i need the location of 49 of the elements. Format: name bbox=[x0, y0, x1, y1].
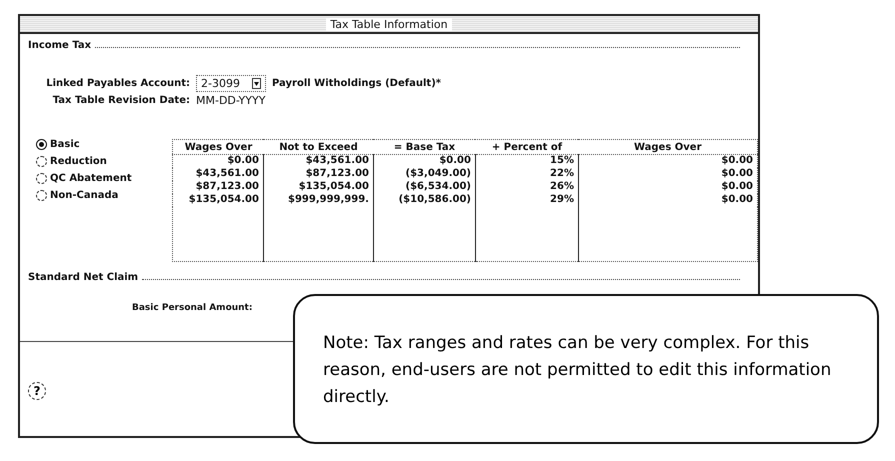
table-cell: ($3,049.00) bbox=[406, 168, 471, 179]
table-cell: ($10,586.00) bbox=[398, 194, 471, 205]
table-cell: 15% bbox=[550, 155, 574, 166]
radio-button[interactable] bbox=[36, 190, 47, 201]
column-header: Wages Over bbox=[578, 140, 758, 154]
table-cell: $43,561.00 bbox=[196, 168, 259, 179]
option-label: QC Abatement bbox=[50, 173, 132, 184]
help-button[interactable]: ? bbox=[28, 382, 46, 400]
table-cell: $87,123.00 bbox=[306, 168, 369, 179]
table-cell: $87,123.00 bbox=[196, 181, 259, 192]
section-heading: Standard Net Claim bbox=[28, 272, 138, 283]
note-callout: Note: Tax ranges and rates can be very complex. For this reason, end-users are not permitted to edit this information directly. bbox=[293, 294, 879, 444]
radio-button[interactable] bbox=[36, 156, 47, 167]
table-cell: $0.00 bbox=[721, 194, 753, 205]
column-header: = Base Tax bbox=[373, 140, 476, 154]
account-field[interactable]: 2-3099 bbox=[196, 75, 266, 92]
field-label: Linked Payables Account: bbox=[45, 78, 190, 89]
table-cell: $0.00 bbox=[721, 181, 753, 192]
table-cell: $43,561.00 bbox=[306, 155, 369, 166]
window-title: Tax Table Information bbox=[326, 18, 452, 30]
radio-option[interactable]: Reduction bbox=[36, 156, 172, 167]
table-cell: $135,054.00 bbox=[298, 181, 369, 192]
column-header: + Percent of bbox=[475, 140, 578, 154]
dropdown-icon bbox=[252, 78, 261, 89]
table-cell: $135,054.00 bbox=[188, 194, 259, 205]
table-cell: $0.00 bbox=[721, 155, 753, 166]
account-name: Payroll Witholdings (Default)* bbox=[272, 78, 441, 89]
section-heading: Income Tax bbox=[28, 40, 92, 51]
table-cell: 29% bbox=[550, 194, 574, 205]
table-cell: $0.00 bbox=[227, 155, 259, 166]
option-label: Reduction bbox=[50, 156, 107, 167]
field-label: Tax Table Revision Date: bbox=[52, 95, 190, 106]
radio-button[interactable] bbox=[36, 173, 47, 184]
table-cell: $0.00 bbox=[439, 155, 471, 166]
table-cell: $0.00 bbox=[721, 168, 753, 179]
radio-option[interactable]: Basic bbox=[36, 139, 172, 150]
option-label: Basic bbox=[50, 139, 80, 150]
option-label: Non-Canada bbox=[50, 190, 118, 201]
radio-option[interactable]: QC Abatement bbox=[36, 173, 172, 184]
column-header: Wages Over bbox=[172, 140, 264, 154]
field-label: Basic Personal Amount: bbox=[132, 303, 252, 313]
table-cell: 22% bbox=[550, 168, 574, 179]
revision-date: MM-DD-YYYY bbox=[196, 94, 266, 107]
radio-option[interactable]: Non-Canada bbox=[36, 190, 172, 201]
table-cell: ($6,534.00) bbox=[406, 181, 471, 192]
table-cell: 26% bbox=[550, 181, 574, 192]
table-cell: $999,999,999. bbox=[288, 194, 369, 205]
column-header: Not to Exceed bbox=[263, 140, 374, 154]
radio-button[interactable] bbox=[36, 139, 47, 150]
